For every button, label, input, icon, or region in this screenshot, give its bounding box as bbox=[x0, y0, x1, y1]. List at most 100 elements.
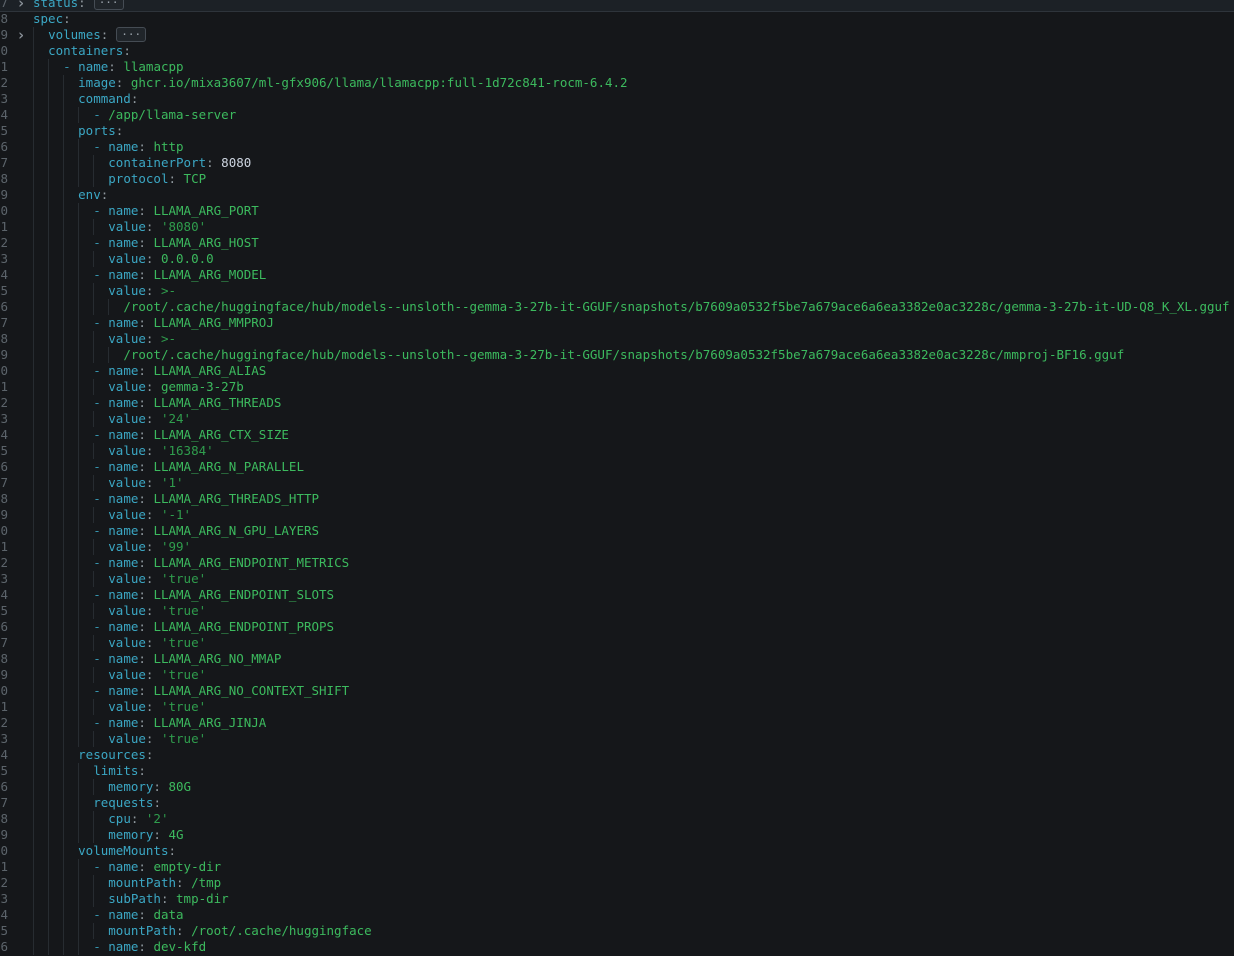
code-line[interactable]: 86 memory: 80G bbox=[0, 779, 1234, 795]
code-line[interactable]: 66 - name: LLAMA_ARG_N_PARALLEL bbox=[0, 459, 1234, 475]
code-line[interactable]: 90 volumeMounts: bbox=[0, 843, 1234, 859]
code-line[interactable]: 79 value: 'true' bbox=[0, 667, 1234, 683]
code-line[interactable]: 75 value: 'true' bbox=[0, 603, 1234, 619]
code-line[interactable]: 55 value: >- bbox=[0, 283, 1234, 299]
code-line[interactable]: 48 protocol: TCP bbox=[0, 171, 1234, 187]
code-line[interactable]: 51 value: '8080' bbox=[0, 219, 1234, 235]
code-line-content[interactable]: value: 'true' bbox=[33, 635, 1234, 651]
code-line-content[interactable]: mountPath: /tmp bbox=[33, 875, 1234, 891]
code-line-content[interactable]: - name: LLAMA_ARG_HOST bbox=[33, 235, 1234, 251]
code-line-content[interactable]: - name: LLAMA_ARG_NO_CONTEXT_SHIFT bbox=[33, 683, 1234, 699]
code-line-content[interactable]: env: bbox=[33, 187, 1234, 203]
code-line-content[interactable]: - name: LLAMA_ARG_MODEL bbox=[33, 267, 1234, 283]
code-line-content[interactable]: - name: llamacpp bbox=[33, 59, 1234, 75]
code-line-content[interactable]: value: >- bbox=[33, 283, 1234, 299]
code-line-content[interactable]: value: 'true' bbox=[33, 667, 1234, 683]
code-line[interactable]: 39 › volumes: ··· bbox=[0, 27, 1234, 43]
code-line[interactable]: 95 mountPath: /root/.cache/huggingface bbox=[0, 923, 1234, 939]
code-line-content[interactable]: value: 'true' bbox=[33, 731, 1234, 747]
code-line[interactable]: 57 - name: LLAMA_ARG_MMPROJ bbox=[0, 315, 1234, 331]
code-line-content[interactable]: volumes: ··· bbox=[33, 27, 1234, 43]
code-line[interactable]: 70 - name: LLAMA_ARG_N_GPU_LAYERS bbox=[0, 523, 1234, 539]
code-line[interactable]: 41 - name: llamacpp bbox=[0, 59, 1234, 75]
code-line-content[interactable]: value: '16384' bbox=[33, 443, 1234, 459]
code-line-content[interactable]: - name: LLAMA_ARG_ENDPOINT_METRICS bbox=[33, 555, 1234, 571]
code-line[interactable]: 84 resources: bbox=[0, 747, 1234, 763]
code-line-content[interactable]: - name: LLAMA_ARG_THREADS bbox=[33, 395, 1234, 411]
code-line[interactable]: 94 - name: data bbox=[0, 907, 1234, 923]
code-line-content[interactable]: protocol: TCP bbox=[33, 171, 1234, 187]
code-line[interactable]: 56 /root/.cache/huggingface/hub/models--… bbox=[0, 299, 1234, 315]
code-line[interactable]: 65 value: '16384' bbox=[0, 443, 1234, 459]
code-line[interactable]: 74 - name: LLAMA_ARG_ENDPOINT_SLOTS bbox=[0, 587, 1234, 603]
code-line-content[interactable]: limits: bbox=[33, 763, 1234, 779]
code-line-content[interactable]: memory: 80G bbox=[33, 779, 1234, 795]
code-line[interactable]: 63 value: '24' bbox=[0, 411, 1234, 427]
code-line[interactable]: 67 value: '1' bbox=[0, 475, 1234, 491]
code-line[interactable]: 46 - name: http bbox=[0, 139, 1234, 155]
code-line-content[interactable]: - name: LLAMA_ARG_ALIAS bbox=[33, 363, 1234, 379]
code-line[interactable]: 83 value: 'true' bbox=[0, 731, 1234, 747]
code-line[interactable]: 73 value: 'true' bbox=[0, 571, 1234, 587]
code-line-content[interactable]: memory: 4G bbox=[33, 827, 1234, 843]
code-line[interactable]: 61 value: gemma-3-27b bbox=[0, 379, 1234, 395]
code-line-content[interactable]: mountPath: /root/.cache/huggingface bbox=[33, 923, 1234, 939]
code-line[interactable]: 91 - name: empty-dir bbox=[0, 859, 1234, 875]
code-line[interactable]: 38 spec: bbox=[0, 11, 1234, 27]
code-line[interactable]: 80 - name: LLAMA_ARG_NO_CONTEXT_SHIFT bbox=[0, 683, 1234, 699]
code-line[interactable]: 82 - name: LLAMA_ARG_JINJA bbox=[0, 715, 1234, 731]
code-line-content[interactable]: spec: bbox=[33, 11, 1234, 27]
code-line-content[interactable]: ports: bbox=[33, 123, 1234, 139]
code-line-content[interactable]: value: '8080' bbox=[33, 219, 1234, 235]
code-line-content[interactable]: command: bbox=[33, 91, 1234, 107]
code-line-content[interactable]: - name: LLAMA_ARG_N_PARALLEL bbox=[33, 459, 1234, 475]
code-line-content[interactable]: value: 'true' bbox=[33, 571, 1234, 587]
code-line[interactable]: 54 - name: LLAMA_ARG_MODEL bbox=[0, 267, 1234, 283]
code-line[interactable]: 45 ports: bbox=[0, 123, 1234, 139]
code-line[interactable]: 87 requests: bbox=[0, 795, 1234, 811]
code-line[interactable]: 58 value: >- bbox=[0, 331, 1234, 347]
code-line[interactable]: 68 - name: LLAMA_ARG_THREADS_HTTP bbox=[0, 491, 1234, 507]
code-line-content[interactable]: value: '24' bbox=[33, 411, 1234, 427]
code-line-content[interactable]: - name: LLAMA_ARG_JINJA bbox=[33, 715, 1234, 731]
code-line-content[interactable]: status: ··· bbox=[33, 0, 1234, 11]
code-line-content[interactable]: - name: http bbox=[33, 139, 1234, 155]
fold-collapsed-icon[interactable]: › bbox=[16, 0, 25, 11]
code-line-content[interactable]: image: ghcr.io/mixa3607/ml-gfx906/llama/… bbox=[33, 75, 1234, 91]
code-line[interactable]: 93 subPath: tmp-dir bbox=[0, 891, 1234, 907]
code-line-content[interactable]: - name: LLAMA_ARG_ENDPOINT_SLOTS bbox=[33, 587, 1234, 603]
code-line[interactable]: 52 - name: LLAMA_ARG_HOST bbox=[0, 235, 1234, 251]
code-line-content[interactable]: resources: bbox=[33, 747, 1234, 763]
code-line-content[interactable]: - name: LLAMA_ARG_MMPROJ bbox=[33, 315, 1234, 331]
code-line-content[interactable]: - name: LLAMA_ARG_PORT bbox=[33, 203, 1234, 219]
code-line-content[interactable]: - name: empty-dir bbox=[33, 859, 1234, 875]
folded-code-badge[interactable]: ··· bbox=[116, 27, 147, 42]
code-line[interactable]: 50 - name: LLAMA_ARG_PORT bbox=[0, 203, 1234, 219]
code-line-content[interactable]: - name: LLAMA_ARG_N_GPU_LAYERS bbox=[33, 523, 1234, 539]
code-line-content[interactable]: volumeMounts: bbox=[33, 843, 1234, 859]
code-line[interactable]: 42 image: ghcr.io/mixa3607/ml-gfx906/lla… bbox=[0, 75, 1234, 91]
code-line-content[interactable]: value: '99' bbox=[33, 539, 1234, 555]
code-line-content[interactable]: /root/.cache/huggingface/hub/models--uns… bbox=[33, 299, 1234, 315]
code-line-content[interactable]: - name: dev-kfd bbox=[33, 939, 1234, 955]
code-line[interactable]: 49 env: bbox=[0, 187, 1234, 203]
code-line-content[interactable]: - name: data bbox=[33, 907, 1234, 923]
code-line-content[interactable]: - name: LLAMA_ARG_NO_MMAP bbox=[33, 651, 1234, 667]
code-line-content[interactable]: - name: LLAMA_ARG_THREADS_HTTP bbox=[33, 491, 1234, 507]
code-line[interactable]: 96 - name: dev-kfd bbox=[0, 939, 1234, 955]
code-line[interactable]: 60 - name: LLAMA_ARG_ALIAS bbox=[0, 363, 1234, 379]
code-line-content[interactable]: value: 'true' bbox=[33, 603, 1234, 619]
code-line-content[interactable]: requests: bbox=[33, 795, 1234, 811]
code-line-content[interactable]: value: '1' bbox=[33, 475, 1234, 491]
code-line[interactable]: 89 memory: 4G bbox=[0, 827, 1234, 843]
code-line-content[interactable]: - /app/llama-server bbox=[33, 107, 1234, 123]
code-line-content[interactable]: value: 0.0.0.0 bbox=[33, 251, 1234, 267]
code-line[interactable]: 92 mountPath: /tmp bbox=[0, 875, 1234, 891]
code-line[interactable]: 43 command: bbox=[0, 91, 1234, 107]
code-line[interactable]: 88 cpu: '2' bbox=[0, 811, 1234, 827]
code-line[interactable]: 72 - name: LLAMA_ARG_ENDPOINT_METRICS bbox=[0, 555, 1234, 571]
code-line-content[interactable]: value: '-1' bbox=[33, 507, 1234, 523]
code-line[interactable]: 81 value: 'true' bbox=[0, 699, 1234, 715]
code-line-content[interactable]: value: gemma-3-27b bbox=[33, 379, 1234, 395]
code-line[interactable]: 78 - name: LLAMA_ARG_NO_MMAP bbox=[0, 651, 1234, 667]
